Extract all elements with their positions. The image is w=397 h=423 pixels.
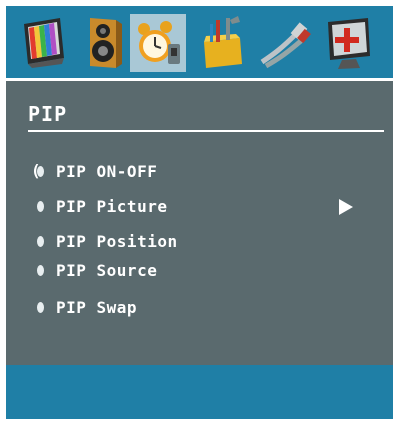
submenu-arrow-icon: [339, 199, 353, 215]
picture-menu-icon[interactable]: [16, 14, 72, 72]
bullet-icon: [37, 236, 44, 247]
feature-menu-icon[interactable]: [130, 14, 186, 72]
sound-menu-icon[interactable]: [76, 14, 132, 72]
icon-bar-divider: [6, 78, 393, 81]
title-underline: [28, 130, 384, 132]
menu-item-pip-on-off[interactable]: ( PIP ON-OFF: [31, 161, 374, 183]
menu-item-pip-source[interactable]: PIP Source: [34, 260, 374, 282]
pc-menu-icon[interactable]: [322, 14, 378, 72]
menu-title: PIP: [28, 102, 68, 126]
menu-item-label: PIP Swap: [56, 298, 138, 317]
menu-item-label: PIP ON-OFF: [56, 162, 158, 181]
bullet-icon: [37, 201, 44, 212]
bottom-status-bar: [6, 365, 393, 419]
bullet-icon: [37, 302, 44, 313]
menu-icon-bar: [6, 6, 393, 78]
osd-menu: PIP ( PIP ON-OFF PIP Picture PIP Positio…: [6, 6, 393, 419]
menu-item-pip-swap[interactable]: PIP Swap: [34, 297, 374, 319]
source-menu-icon[interactable]: [256, 14, 312, 72]
menu-item-label: PIP Picture: [56, 197, 168, 216]
menu-item-pip-position[interactable]: PIP Position: [34, 231, 374, 253]
menu-item-label: PIP Position: [56, 232, 178, 251]
install-menu-icon[interactable]: [196, 14, 252, 72]
menu-item-pip-picture[interactable]: PIP Picture: [34, 196, 374, 218]
bullet-icon: [37, 265, 44, 276]
bullet-icon: [37, 166, 44, 177]
menu-item-label: PIP Source: [56, 261, 158, 280]
